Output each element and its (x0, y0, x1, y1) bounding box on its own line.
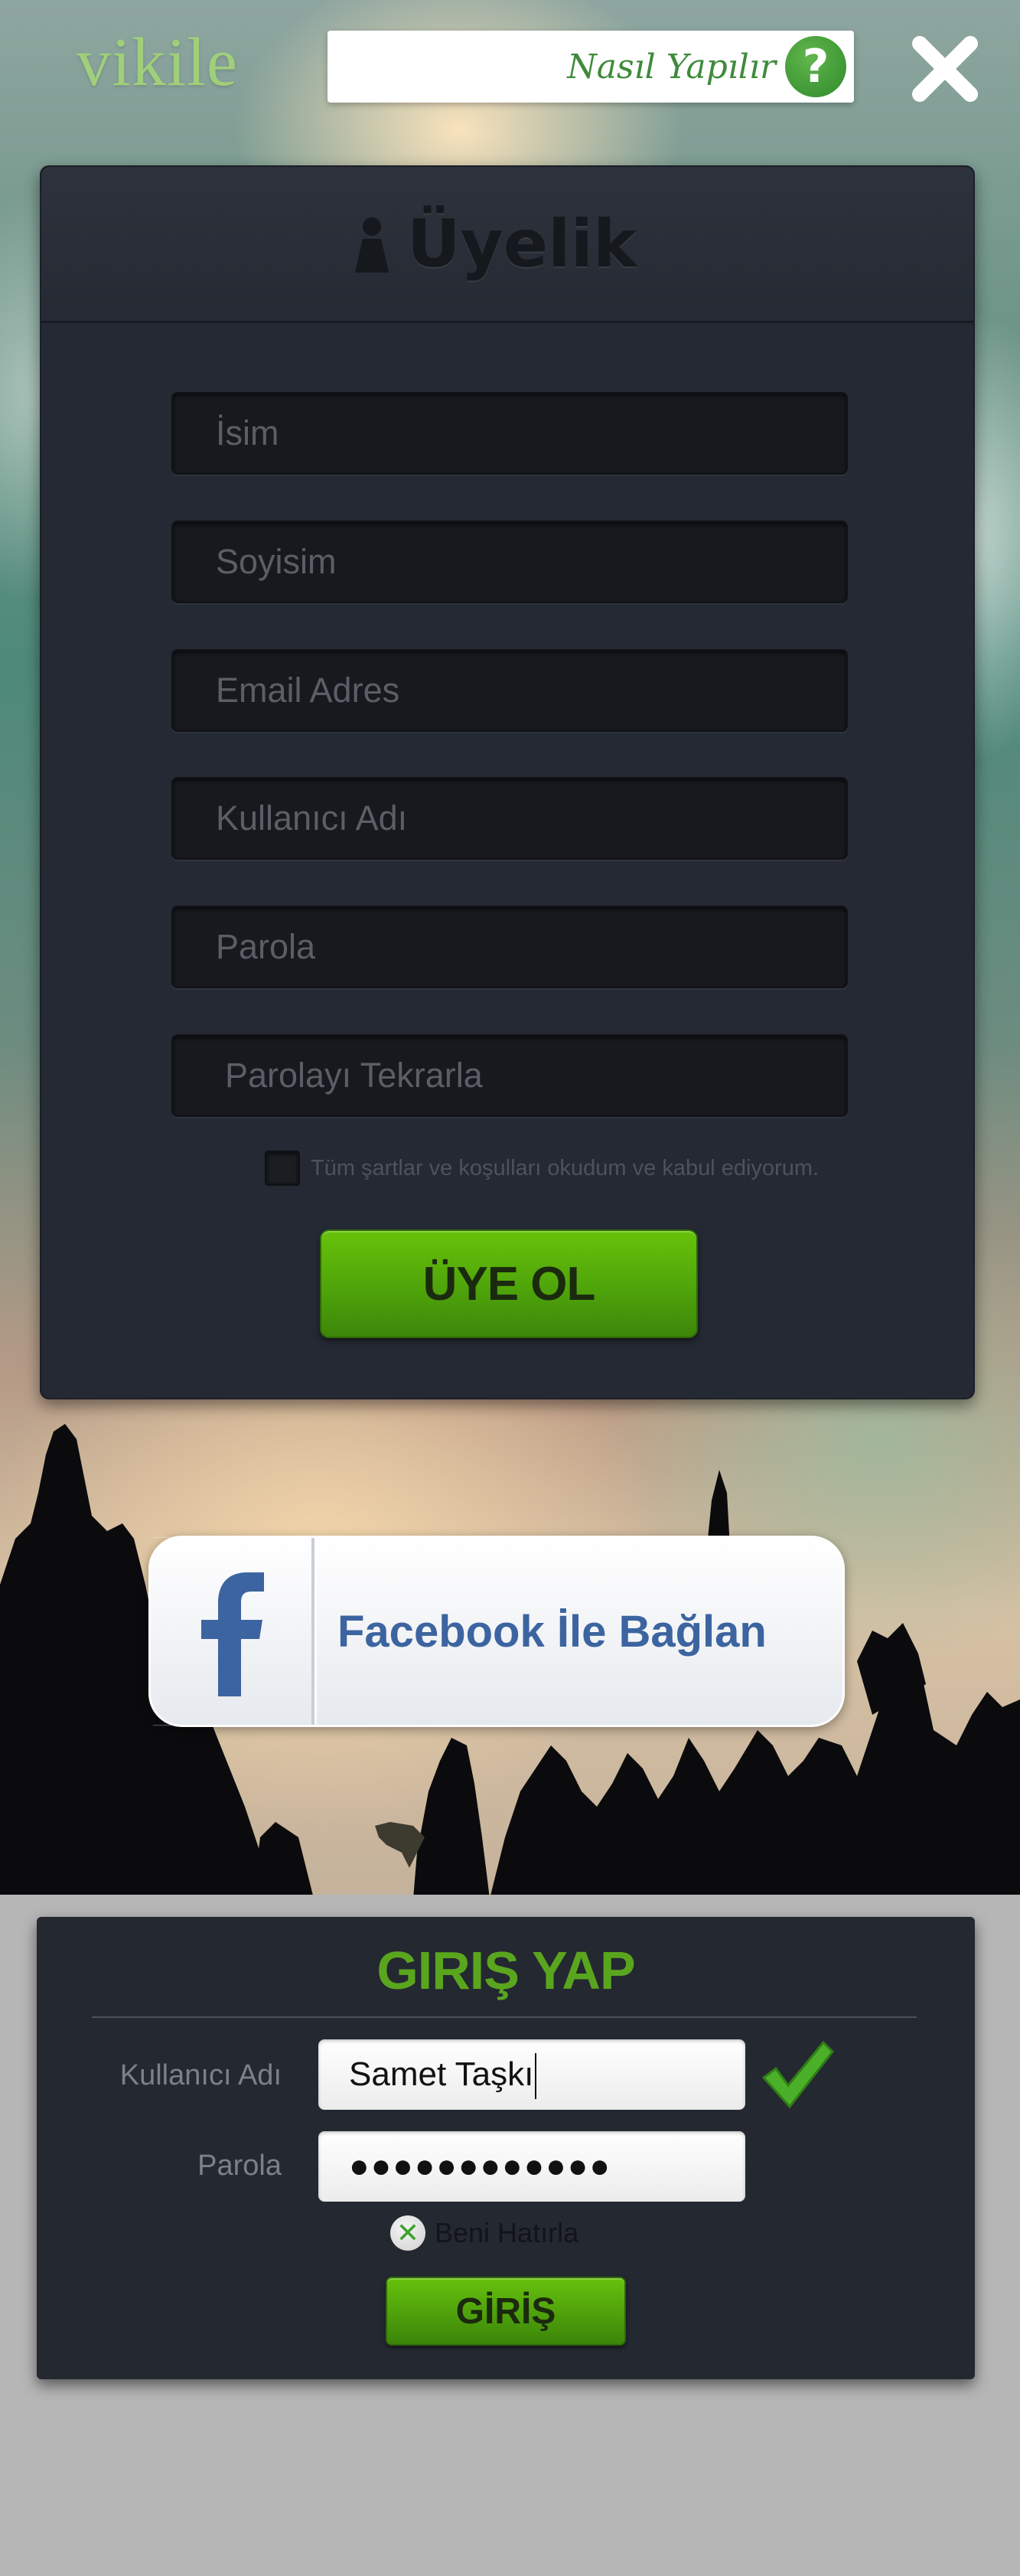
logo: vikile (77, 24, 238, 100)
surname-input[interactable]: Soyisim (171, 521, 848, 603)
login-button[interactable]: GİRİŞ (386, 2277, 626, 2346)
question-icon[interactable]: ? (785, 36, 846, 97)
facebook-icon-box (151, 1538, 314, 1725)
facebook-icon (201, 1572, 264, 1696)
login-username-value: Samet Taşkı (349, 2055, 534, 2093)
login-title: GIRIŞ YAP (376, 1941, 635, 2000)
checkmark-icon (761, 2040, 834, 2109)
login-password-label: Parola (197, 2150, 282, 2182)
login-divider (92, 2016, 917, 2018)
password-repeat-input[interactable]: Parolayı Tekrarla (171, 1034, 848, 1117)
terms-label: Tüm şartlar ve koşulları okudum ve kabul… (311, 1155, 820, 1180)
signup-button[interactable]: ÜYE OL (320, 1229, 698, 1338)
username-input[interactable]: Kullanıcı Adı (171, 777, 848, 860)
email-input[interactable]: Email Adres (171, 649, 848, 732)
login-username-label: Kullanıcı Adı (119, 2059, 282, 2091)
close-icon[interactable] (911, 34, 979, 103)
register-title: Üyelik (406, 205, 637, 282)
terms-checkbox[interactable] (265, 1151, 300, 1186)
help-link[interactable]: Nasıl Yapılır (567, 47, 776, 87)
facebook-label: Facebook İle Bağlan (337, 1606, 767, 1657)
text-caret (535, 2053, 537, 2100)
register-panel: Üyelik İsim Soyisim Email Adres Kullanıc… (40, 165, 975, 1399)
facebook-connect-button[interactable]: Facebook İle Bağlan (148, 1536, 845, 1727)
help-bar[interactable]: Nasıl Yapılır ? (328, 31, 854, 103)
user-icon (354, 217, 389, 273)
remember-row[interactable]: ✕ Beni Hatırla (390, 2215, 578, 2251)
name-input[interactable]: İsim (171, 392, 848, 475)
terms-row: Tüm şartlar ve koşulları okudum ve kabul… (265, 1151, 819, 1186)
login-username-input[interactable]: Samet Taşkı (318, 2039, 745, 2110)
register-header: Üyelik (41, 167, 973, 323)
remember-checkbox[interactable]: ✕ (390, 2215, 425, 2251)
login-password-input[interactable]: ●●●●●●●●●●●● (318, 2131, 745, 2202)
password-input[interactable]: Parola (171, 906, 848, 988)
remember-label: Beni Hatırla (435, 2217, 579, 2248)
login-panel: GIRIŞ YAP Kullanıcı Adı Samet Taşkı Paro… (37, 1917, 975, 2379)
